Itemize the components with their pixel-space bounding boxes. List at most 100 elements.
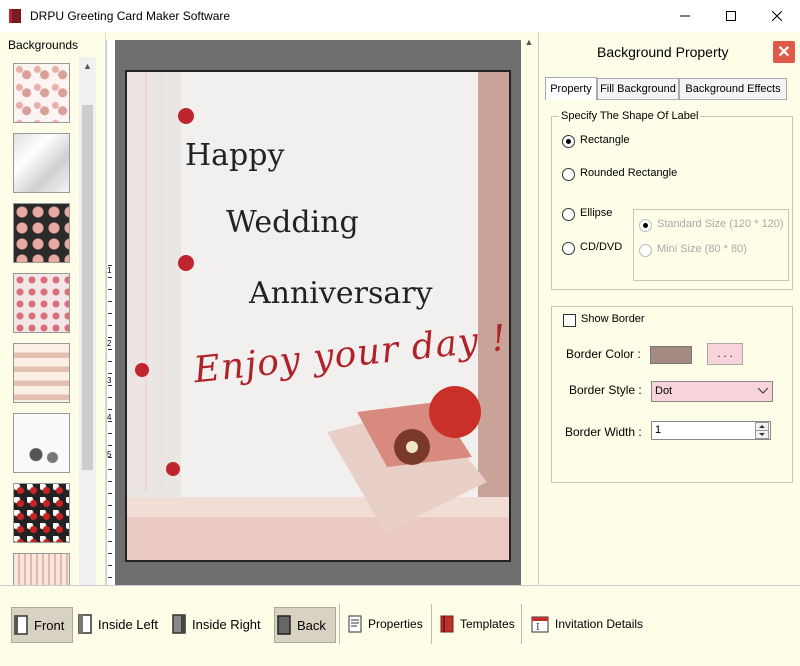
border-width-label: Border Width : <box>565 425 642 439</box>
background-thumbnail[interactable] <box>13 273 70 333</box>
border-style-select[interactable]: Dot <box>651 381 773 402</box>
radio-standard-size-label: Standard Size (120 * 120) <box>657 218 784 230</box>
radio-rounded-rectangle[interactable] <box>562 168 575 181</box>
templates-button[interactable]: Templates <box>438 607 515 641</box>
ruler-tick <box>108 565 112 566</box>
card-text-wedding[interactable]: Wedding <box>226 205 359 240</box>
ruler-tick <box>108 349 112 350</box>
templates-icon <box>440 615 454 633</box>
radio-rectangle-label: Rectangle <box>580 134 630 146</box>
radio-mini-size-label: Mini Size (80 * 80) <box>657 243 747 255</box>
close-button[interactable] <box>754 0 800 32</box>
scroll-up-button[interactable]: ▲ <box>79 57 96 74</box>
radio-mini-size[interactable] <box>639 244 652 257</box>
ruler-tick <box>108 505 112 506</box>
back-button[interactable]: Back <box>274 607 336 643</box>
background-thumbnail[interactable] <box>13 133 70 193</box>
border-width-value: 1 <box>655 424 662 436</box>
minimize-icon <box>680 15 690 17</box>
maximize-button[interactable] <box>708 0 754 32</box>
background-thumbnail[interactable] <box>13 413 70 473</box>
ruler-tick <box>108 373 112 374</box>
ruler-tick <box>108 277 112 278</box>
ruler-tick <box>108 517 112 518</box>
background-thumbnail[interactable] <box>13 203 70 263</box>
radio-ellipse[interactable] <box>562 208 575 221</box>
ruler-tick <box>108 493 112 494</box>
ruler-tick <box>108 385 112 386</box>
border-width-stepper[interactable]: 1 <box>651 421 771 440</box>
greeting-card[interactable]: Happy Wedding Anniversary Enjoy your day… <box>125 70 511 562</box>
tab-property[interactable]: Property <box>545 77 597 100</box>
card-front-icon <box>14 615 28 635</box>
toolbar-separator <box>339 604 340 644</box>
ruler-tick <box>108 313 112 314</box>
properties-icon <box>348 615 362 633</box>
border-color-button[interactable]: . . . <box>707 343 743 365</box>
background-thumbnail[interactable] <box>13 553 70 585</box>
card-back-icon <box>277 615 291 635</box>
background-thumbnail-list <box>0 57 80 585</box>
svg-text:I: I <box>536 623 540 633</box>
properties-button[interactable]: Properties <box>346 607 423 641</box>
app-icon <box>9 9 21 23</box>
scrollbar-thumb[interactable] <box>82 105 93 470</box>
panel-close-button[interactable]: ✕ <box>773 41 795 63</box>
spin-arrows-icon[interactable] <box>755 422 769 439</box>
invitation-details-button[interactable]: I Invitation Details <box>529 607 643 641</box>
ruler-tick <box>108 433 112 434</box>
ruler-tick <box>108 409 112 410</box>
front-button[interactable]: Front <box>11 607 73 643</box>
invitation-details-label: Invitation Details <box>555 617 644 631</box>
ruler-tick <box>108 265 112 266</box>
chevron-down-icon <box>758 388 768 394</box>
ruler-tick <box>108 481 112 482</box>
ruler-tick <box>108 301 112 302</box>
background-thumbnail[interactable] <box>13 63 70 123</box>
ruler-tick <box>108 577 112 578</box>
chevron-up-icon: ▲ <box>524 36 534 47</box>
ruler-tick <box>108 289 112 290</box>
radio-ellipse-label: Ellipse <box>580 207 613 219</box>
card-text-happy[interactable]: Happy <box>185 138 284 173</box>
ruler-tick <box>108 325 112 326</box>
background-thumbnail[interactable] <box>13 483 70 543</box>
canvas-scroll-up-button[interactable]: ▲ <box>521 33 537 50</box>
inside-left-button[interactable]: Inside Left <box>76 607 158 641</box>
ruler-number: 2 <box>107 339 112 348</box>
ruler-number: 1 <box>107 266 112 275</box>
card-inside-right-icon <box>172 614 186 634</box>
radio-standard-size[interactable] <box>639 219 652 232</box>
close-icon <box>772 11 782 21</box>
close-icon: ✕ <box>777 44 791 61</box>
border-color-label: Border Color : <box>566 347 641 361</box>
backgrounds-panel: Backgrounds ▲ <box>0 33 106 585</box>
tab-background-effects[interactable]: Background Effects <box>679 78 787 100</box>
ruler-tick <box>108 421 112 422</box>
front-label: Front <box>34 617 65 633</box>
ruler-tick <box>108 469 112 470</box>
vertical-ruler: 1 2 3 4 5 <box>106 40 115 585</box>
border-style-value: Dot <box>655 385 673 397</box>
invitation-details-icon: I <box>531 616 549 633</box>
border-color-swatch[interactable] <box>650 346 692 364</box>
radio-rectangle[interactable] <box>562 135 575 148</box>
ruler-tick <box>108 337 112 338</box>
inside-right-label: Inside Right <box>192 616 261 632</box>
inside-right-button[interactable]: Inside Right <box>170 607 261 641</box>
show-border-checkbox[interactable] <box>563 314 576 327</box>
ruler-tick <box>108 445 112 446</box>
back-label: Back <box>297 617 326 633</box>
panel-title: Background Property <box>597 44 729 60</box>
card-text-anniversary[interactable]: Anniversary <box>249 276 433 311</box>
tab-fill-background[interactable]: Fill Background <box>597 78 679 100</box>
shape-group-legend: Specify The Shape Of Label <box>559 110 701 122</box>
show-border-label: Show Border <box>581 313 645 325</box>
radio-cd-dvd[interactable] <box>562 242 575 255</box>
border-style-label: Border Style : <box>569 383 642 397</box>
card-inside-left-icon <box>78 614 92 634</box>
ruler-tick <box>108 553 112 554</box>
minimize-button[interactable] <box>662 0 708 32</box>
background-thumbnail[interactable] <box>13 343 70 403</box>
radio-rounded-rectangle-label: Rounded Rectangle <box>580 167 678 179</box>
